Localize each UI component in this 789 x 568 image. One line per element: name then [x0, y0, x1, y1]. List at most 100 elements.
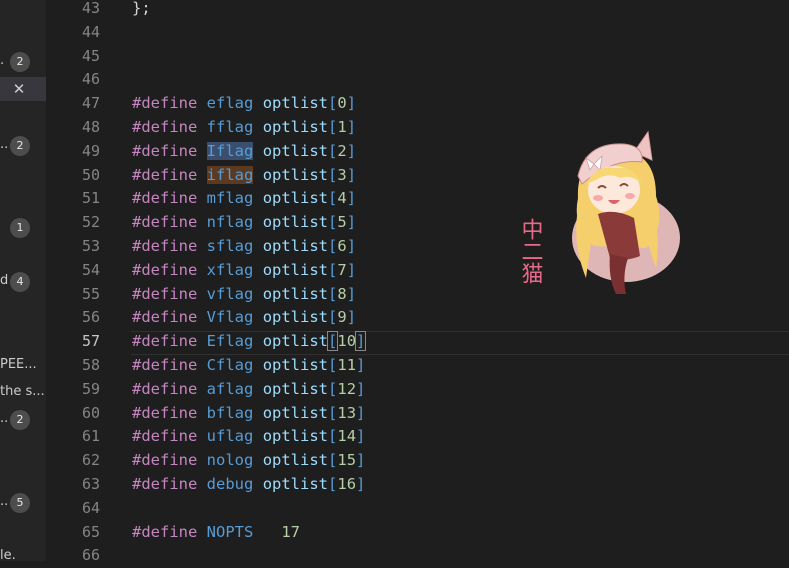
code-line[interactable]: #define iflag optlist[3] — [132, 164, 356, 188]
open-bracket: [ — [328, 237, 338, 255]
close-bracket: ] — [356, 475, 366, 493]
index-number: 2 — [337, 141, 347, 160]
line-number: 55 — [81, 284, 100, 303]
array-identifier: optlist — [262, 475, 329, 493]
code-line[interactable]: #define mflag optlist[4] — [132, 187, 356, 211]
define-keyword: #define — [132, 260, 198, 279]
sidebar-item[interactable]: le. — [0, 545, 46, 561]
sidebar-item[interactable]: d4 — [0, 270, 46, 294]
index-number: 4 — [337, 189, 347, 208]
macro-name: xflag — [206, 260, 254, 279]
sidebar-item-label: PEE... — [0, 357, 37, 372]
code-line[interactable]: #define debug optlist[16] — [132, 473, 365, 497]
sidebar-item[interactable]: .. 2 — [0, 134, 46, 158]
code-line[interactable]: #define Cflag optlist[11] — [132, 354, 365, 378]
line-number: 60 — [81, 403, 100, 422]
define-keyword: #define — [132, 213, 198, 232]
define-keyword: #define — [132, 308, 198, 327]
define-keyword: #define — [132, 141, 198, 160]
array-identifier: optlist — [262, 427, 329, 446]
code-line[interactable]: #define Eflag optlist[10] — [132, 330, 367, 354]
array-identifier: optlist — [262, 403, 329, 422]
index-number: 10 — [337, 332, 357, 351]
define-keyword: #define — [132, 522, 198, 541]
open-bracket: [ — [328, 284, 338, 303]
array-identifier: optlist — [262, 94, 329, 113]
sidebar-item[interactable]: .2 — [0, 50, 46, 74]
sidebar-item[interactable]: ✕ — [0, 77, 46, 101]
line-number: 48 — [81, 118, 100, 136]
index-number: 14 — [337, 427, 357, 446]
close-bracket: ] — [346, 237, 357, 255]
array-identifier: optlist — [262, 308, 329, 327]
close-bracket: ] — [346, 118, 357, 136]
macro-name: vflag — [206, 284, 254, 303]
define-keyword: #define — [132, 94, 198, 113]
array-identifier: optlist — [262, 260, 329, 279]
close-bracket: ] — [356, 451, 366, 470]
close-bracket: ] — [356, 356, 366, 374]
index-number: 7 — [337, 260, 347, 279]
code-line[interactable]: #define Vflag optlist[9] — [132, 306, 356, 330]
code-line[interactable]: #define uflag optlist[14] — [132, 425, 365, 449]
close-icon[interactable]: ✕ — [11, 78, 27, 100]
sidebar-item[interactable]: .. 2 — [0, 408, 46, 432]
code-editor[interactable]: 43 44 45 46 47 48 49 50 51 52 53 54 55 56 57 58 59 60 61 62… — [46, 0, 789, 564]
count-badge: 2 — [10, 52, 30, 72]
code-line[interactable]: #define eflag optlist[0] — [132, 92, 356, 116]
macro-name: aflag — [206, 379, 254, 398]
close-bracket: ] — [346, 284, 357, 303]
code-line[interactable]: #define xflag optlist[7] — [132, 259, 356, 283]
array-identifier: optlist — [262, 284, 329, 303]
code-line[interactable]: }; — [132, 0, 151, 21]
array-identifier: optlist — [262, 379, 329, 398]
sidebar-item-label: . — [0, 53, 5, 68]
sidebar-item[interactable]: the s... — [0, 381, 46, 405]
index-number: 1 — [337, 118, 347, 136]
open-bracket: [ — [328, 189, 338, 208]
line-number: 58 — [81, 356, 100, 374]
count-badge: 1 — [10, 218, 30, 238]
index-number: 11 — [337, 356, 357, 374]
macro-name: eflag — [206, 94, 254, 113]
close-bracket: ] — [346, 260, 357, 279]
sidebar-item[interactable]: PEE... — [0, 354, 46, 378]
sidebar-item-label: the s... — [0, 384, 45, 399]
code-line[interactable]: #define nflag optlist[5] — [132, 211, 356, 235]
define-keyword: #define — [132, 165, 198, 184]
sidebar-item[interactable]: .. 5 — [0, 491, 46, 515]
open-bracket: [ — [328, 165, 338, 184]
line-number: 65 — [81, 522, 100, 541]
line-number: 56 — [81, 308, 100, 327]
code-line[interactable]: #define fflag optlist[1] — [132, 116, 356, 140]
macro-name: debug — [206, 475, 254, 493]
code-line[interactable]: #define Iflag optlist[2] — [132, 140, 356, 164]
line-number: 52 — [81, 213, 100, 232]
code-line[interactable]: #define vflag optlist[8] — [132, 283, 356, 307]
sidebar-item[interactable]: 1 — [0, 216, 46, 240]
code-line[interactable]: #define sflag optlist[6] — [132, 235, 356, 259]
code-line[interactable]: #define bflag optlist[13] — [132, 402, 365, 426]
line-number: 62 — [81, 451, 100, 470]
sidebar-panel: . 2 ✕.. 2 1 d 4 PEE... the s..... 2.. 5 le. — [0, 0, 46, 561]
sidebar-item-label: .. — [0, 411, 9, 426]
macro-name: uflag — [206, 427, 254, 446]
line-number: 43 — [81, 0, 100, 17]
sticker-caption: 中二猫 — [518, 218, 544, 284]
array-identifier: optlist — [262, 165, 329, 184]
define-keyword: #define — [132, 427, 198, 446]
macro-name: iflag — [206, 165, 254, 184]
macro-name: Iflag — [206, 141, 254, 160]
index-number: 15 — [337, 451, 357, 470]
code-line[interactable]: #define nolog optlist[15] — [132, 449, 365, 473]
open-bracket: [ — [328, 141, 338, 160]
index-number: 13 — [337, 403, 357, 422]
sticker-blush — [593, 195, 603, 201]
code-line[interactable]: #define aflag optlist[12] — [132, 378, 365, 402]
macro-name: fflag — [206, 118, 254, 136]
define-keyword: #define — [132, 118, 198, 136]
close-bracket: ] — [346, 94, 357, 113]
line-number: 51 — [81, 189, 100, 208]
close-bracket: ] — [346, 308, 357, 327]
code-line[interactable]: #define NOPTS 17 — [132, 521, 300, 545]
